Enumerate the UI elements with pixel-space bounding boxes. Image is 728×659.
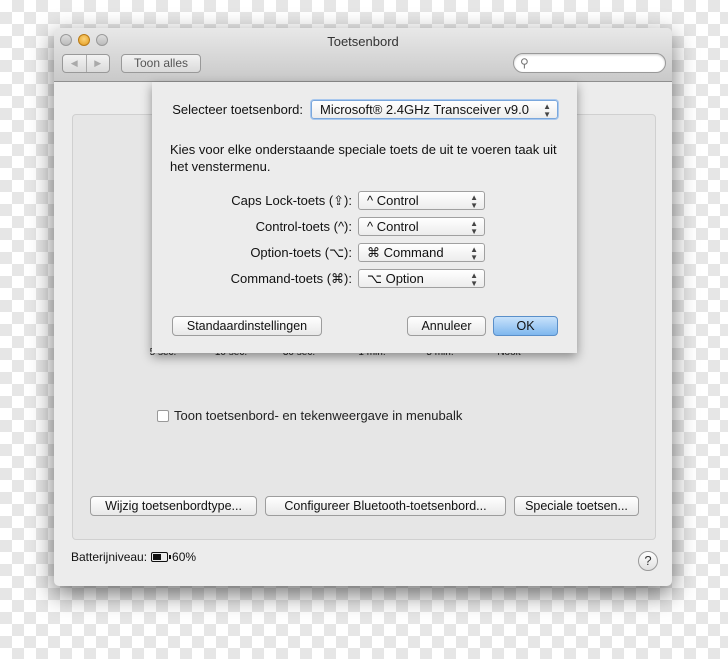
command-select[interactable]: ⌥ Option ▲ ▼	[358, 269, 485, 288]
stepper-arrows-icon: ▲ ▼	[470, 219, 478, 236]
title-bar: Toetsenbord ◀ ▶ Toon alles ⚲	[54, 28, 672, 82]
show-all-button[interactable]: Toon alles	[121, 54, 201, 73]
caps-lock-label: Caps Lock-toets (⇪):	[231, 193, 352, 208]
battery-value: 60%	[172, 550, 197, 564]
ok-button[interactable]: OK	[493, 316, 558, 336]
defaults-button[interactable]: Standaardinstellingen	[172, 316, 322, 336]
special-keys-button[interactable]: Speciale toetsen...	[514, 496, 639, 516]
battery-status: Batterijniveau: 60%	[71, 550, 196, 564]
stepper-arrows-icon: ▲ ▼	[470, 271, 478, 288]
stepper-arrows-icon: ▲ ▼	[470, 245, 478, 262]
caps-lock-value: ^ Control	[367, 193, 419, 208]
forward-button[interactable]: ▶	[87, 55, 110, 72]
option-select[interactable]: ⌘ Command ▲ ▼	[358, 243, 485, 262]
search-icon: ⚲	[520, 56, 529, 70]
menubar-checkbox[interactable]: Toon toetsenbord- en tekenweergave in me…	[157, 408, 462, 423]
instructions-text: Kies voor elke onderstaande speciale toe…	[170, 142, 557, 174]
change-keyboard-type-button[interactable]: Wijzig toetsenbordtype...	[90, 496, 257, 516]
stepper-arrows-icon: ▲ ▼	[543, 102, 551, 119]
control-label: Control-toets (^):	[255, 219, 352, 234]
battery-label: Batterijniveau:	[71, 550, 148, 564]
stepper-arrows-icon: ▲ ▼	[470, 193, 478, 210]
search-input[interactable]: ⚲	[513, 53, 666, 73]
command-label: Command-toets (⌘):	[230, 271, 352, 286]
keyboard-select[interactable]: Microsoft® 2.4GHz Transceiver v9.0 ▲ ▼	[311, 100, 558, 119]
help-button[interactable]: ?	[638, 551, 658, 571]
control-value: ^ Control	[367, 219, 419, 234]
back-button[interactable]: ◀	[63, 55, 87, 72]
checkbox-label: Toon toetsenbord- en tekenweergave in me…	[174, 408, 463, 423]
caps-lock-select[interactable]: ^ Control ▲ ▼	[358, 191, 485, 210]
cancel-button[interactable]: Annuleer	[407, 316, 486, 336]
configure-bluetooth-button[interactable]: Configureer Bluetooth-toetsenbord...	[265, 496, 506, 516]
battery-icon	[151, 552, 172, 562]
nav-buttons: ◀ ▶	[62, 54, 110, 73]
command-value: ⌥ Option	[367, 271, 424, 286]
control-select[interactable]: ^ Control ▲ ▼	[358, 217, 485, 236]
window-title: Toetsenbord	[327, 34, 399, 49]
keyboard-select-value: Microsoft® 2.4GHz Transceiver v9.0	[320, 102, 529, 117]
select-keyboard-label: Selecteer toetsenbord:	[172, 102, 303, 117]
checkbox[interactable]	[157, 409, 169, 422]
modifier-keys-sheet: Selecteer toetsenbord: Microsoft® 2.4GHz…	[152, 82, 577, 353]
option-label: Option-toets (⌥):	[250, 245, 352, 260]
option-value: ⌘ Command	[367, 245, 444, 260]
